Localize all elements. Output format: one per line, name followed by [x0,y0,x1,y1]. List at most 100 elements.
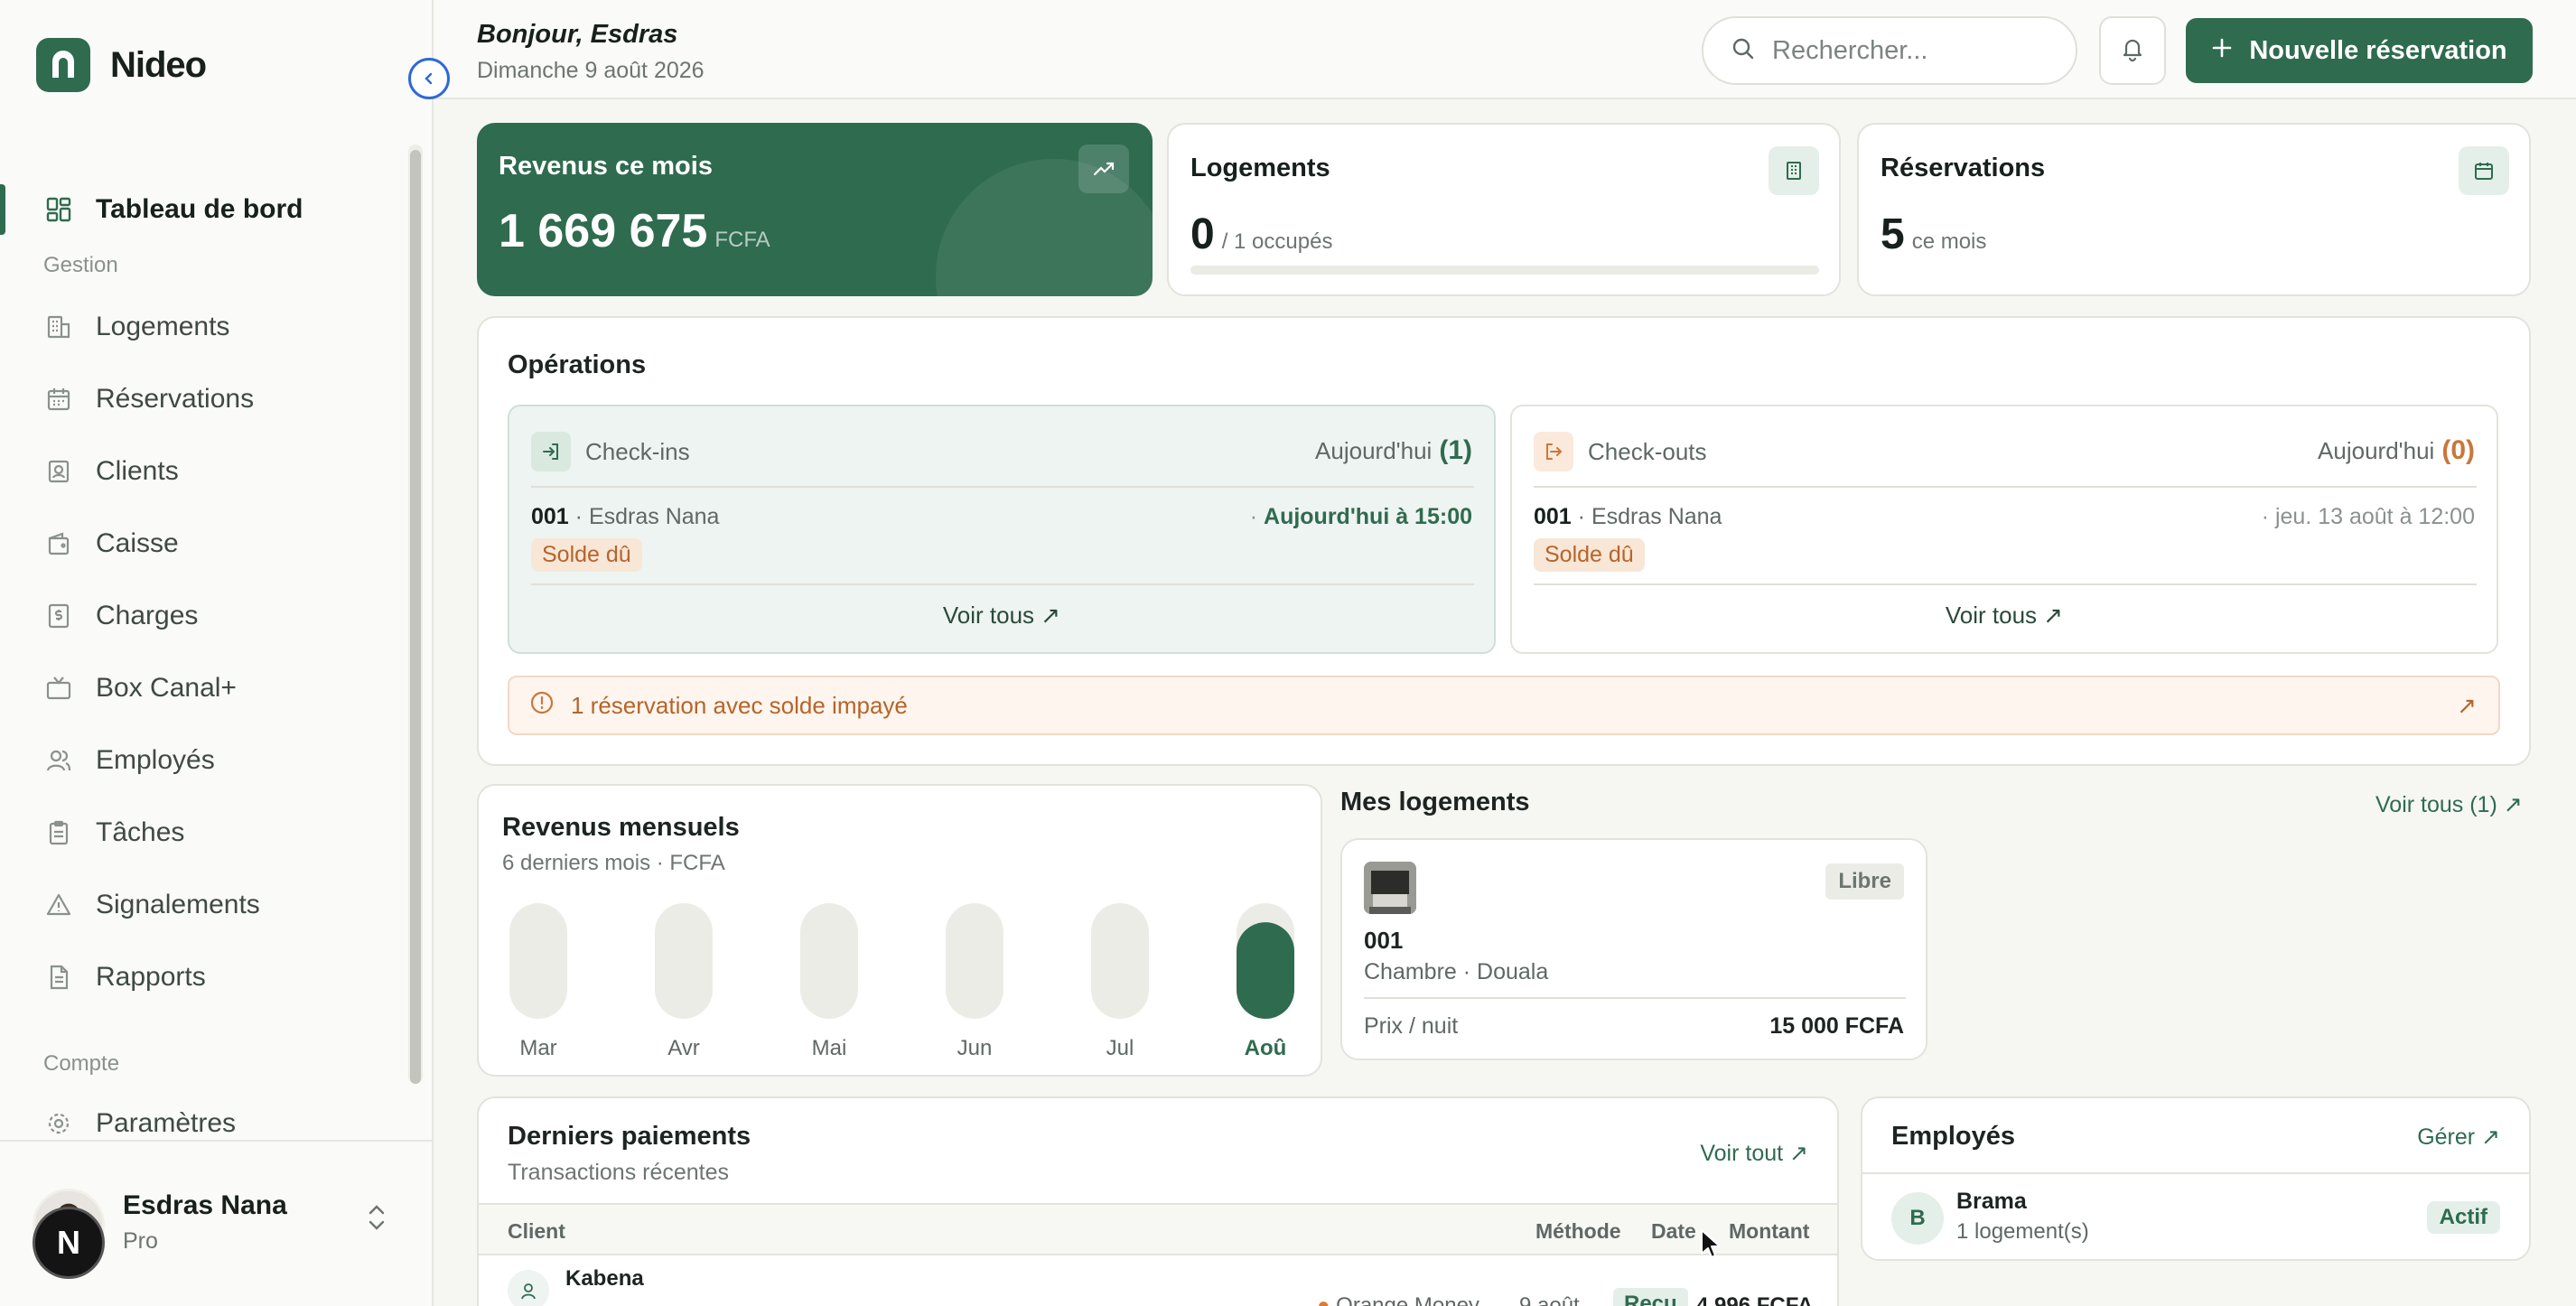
x-tick-label: Jun [957,1036,993,1060]
kpi-unit: FCFA [714,228,770,252]
plus-icon [2211,36,2233,66]
x-tick-label: Jul [1106,1036,1134,1060]
wallet-icon [43,528,74,559]
sidebar-item-rapports[interactable]: Rapports [0,945,405,1010]
new-reservation-label: Nouvelle réservation [2249,35,2507,65]
employee-units: 1 logement(s) [1956,1219,2089,1244]
checkouts-header: Check-outs [1534,432,1707,471]
payment-amount: 4 996 FCFA [1696,1293,1814,1306]
users-icon [43,745,74,776]
calendar-icon [2459,146,2509,195]
sidebar-item-reservations[interactable]: Réservations [0,367,405,432]
monthly-revenue-chart: Mar Avr Mai Jun Jul Aoû [509,903,1294,1060]
unit-card[interactable]: Libre 001 Chambre · Douala Prix / nuit 1… [1340,838,1927,1060]
kpi-value: 0/ 1 occupés [1190,210,1333,258]
section-title: Opérations [508,350,647,379]
sidebar-item-caisse[interactable]: Caisse [0,511,405,576]
dashboard-icon [43,194,74,225]
bar-track [509,903,567,1019]
checkout-time: · jeu. 13 août à 12:00 [2261,504,2475,529]
sidebar-item-label: Tâches [96,817,185,847]
divider [1364,997,1906,999]
section-title: Mes logements [1340,788,1530,816]
x-tick-label: Mar [519,1036,556,1060]
dollar-receipt-icon [43,601,74,631]
sidebar-scrollbar[interactable] [408,145,423,1084]
divider [531,486,1474,488]
kpi-value: 1 669 675 FCFA [499,205,770,257]
bar-aoû[interactable] [1237,922,1294,1019]
scrollbar-thumb[interactable] [410,150,421,1084]
view-all-checkouts-link[interactable]: Voir tous ↗ [1512,602,2497,630]
sidebar-item-label: Caisse [96,528,179,558]
payment-date: 9 août [1519,1293,1580,1306]
view-all-payments-link[interactable]: Voir tout ↗ [1700,1140,1808,1167]
notifications-button[interactable] [2099,16,2166,85]
section-title: Derniers paiements [508,1122,751,1151]
x-tick-label: Mai [812,1036,847,1060]
new-reservation-button[interactable]: Nouvelle réservation [2186,18,2533,83]
kpi-title: Revenus ce mois [499,152,713,181]
arrow-up-right-icon: ↗ [2481,1124,2500,1150]
brand[interactable]: Nideo [36,38,207,92]
column-header-client[interactable]: Client [508,1219,565,1244]
sidebar-item-signalements[interactable]: Signalements [0,872,405,938]
employee-status-badge: Actif [2426,1201,2500,1234]
sidebar-item-employes[interactable]: Employés [0,728,405,793]
checkout-row[interactable]: 001 · Esdras Nana [1534,504,1722,530]
employee-name[interactable]: Brama [1956,1189,2027,1215]
occupancy-progress [1190,266,1819,275]
building-icon [43,312,74,342]
sidebar-item-parametres[interactable]: Paramètres [0,1091,405,1134]
clipboard-icon [43,817,74,848]
column-header-date[interactable]: Date [1651,1219,1696,1244]
nav-section-title: Gestion [43,253,118,277]
file-icon [43,962,74,993]
collapse-sidebar-button[interactable] [408,58,450,99]
sidebar-item-clients[interactable]: Clients [0,439,405,504]
search-box[interactable] [1702,16,2077,85]
brand-name: Nideo [110,44,207,85]
sidebar-item-label: Tableau de bord [96,194,303,224]
logout-icon [1534,432,1573,471]
view-all-logements-link[interactable]: Voir tous (1) ↗ [2375,791,2523,818]
search-input[interactable] [1772,35,2061,66]
kpi-logements-card: Logements 0/ 1 occupés [1167,123,1841,296]
unit-price-label: Prix / nuit [1364,1013,1459,1039]
chevron-up-down-icon[interactable] [365,1201,388,1240]
sidebar-item-logements[interactable]: Logements [0,294,405,359]
bar-track [946,903,1003,1019]
arrow-up-right-icon: ↗ [2457,692,2477,719]
contact-icon [43,456,74,487]
balance-due-badge: Solde dû [1534,538,1645,572]
checkin-row[interactable]: 001 · Esdras Nana [531,504,719,530]
bell-icon [2120,36,2145,66]
view-all-checkins-link[interactable]: Voir tous ↗ [509,602,1494,630]
manage-employees-link[interactable]: Gérer ↗ [2417,1124,2500,1151]
unpaid-balance-alert[interactable]: 1 réservation avec solde impayé ↗ [508,676,2500,735]
bar-track [1091,903,1149,1019]
alert-circle-icon [529,690,555,722]
sidebar-item-box-canal[interactable]: Box Canal+ [0,656,405,721]
table-row[interactable]: Kabena ● Orange Money 9 août Reçu 4 996 … [479,1257,1837,1306]
column-header-method[interactable]: Méthode [1535,1219,1621,1244]
sidebar-item-dashboard[interactable]: Tableau de bord [0,177,405,242]
calendar-icon [43,384,74,415]
arrow-up-right-icon: ↗ [1041,602,1061,629]
unit-thumbnail [1364,862,1416,914]
checkouts-count: Aujourd'hui (0) [2318,435,2475,465]
building-icon [1769,146,1819,195]
user-menu[interactable]: N Esdras Nana Pro [0,1140,432,1306]
arrow-up-right-icon: ↗ [2043,602,2064,629]
section-title: Employés [1891,1122,2015,1151]
sidebar-item-taches[interactable]: Tâches [0,800,405,865]
tv-icon [43,673,74,704]
kpi-value: 5 ce mois [1881,210,1987,258]
kpi-revenue-card: Revenus ce mois 1 669 675 FCFA [477,123,1153,296]
payment-status-badge: Reçu [1613,1288,1688,1306]
sidebar-item-charges[interactable]: Charges [0,583,405,648]
column-header-amount[interactable]: Montant [1729,1219,1809,1244]
x-tick-label: Avr [667,1036,700,1060]
payment-method: ● Orange Money [1317,1293,1479,1306]
sidebar-item-label: Rapports [96,962,206,992]
